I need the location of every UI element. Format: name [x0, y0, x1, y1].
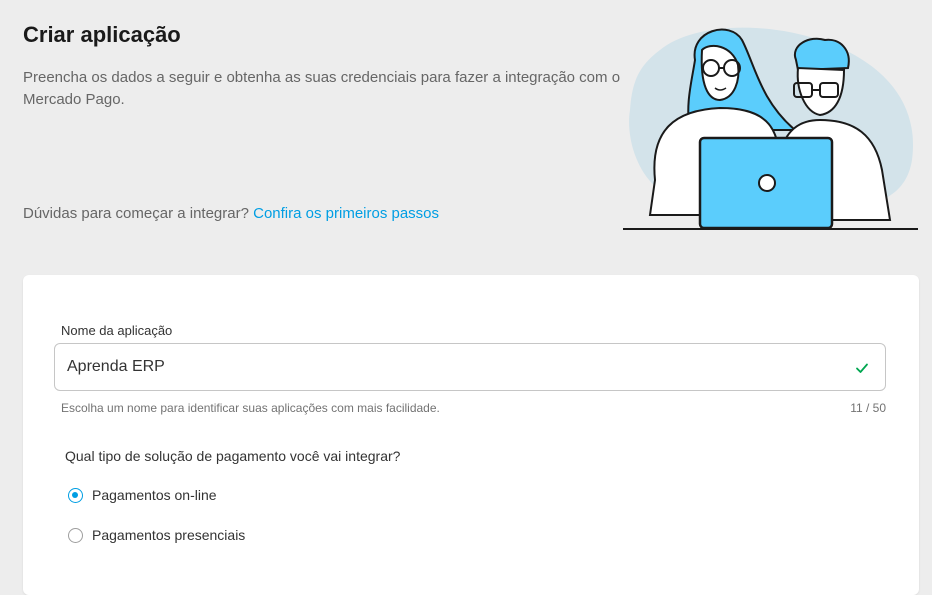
- radio-button[interactable]: [68, 527, 83, 543]
- radio-label: Pagamentos on-line: [92, 487, 217, 503]
- payment-type-question: Qual tipo de solução de pagamento você v…: [65, 448, 401, 464]
- check-icon: [856, 363, 868, 373]
- app-name-input[interactable]: [67, 358, 827, 376]
- radio-button-selected[interactable]: [68, 487, 83, 503]
- app-name-char-counter: 11 / 50: [850, 401, 886, 415]
- radio-label: Pagamentos presenciais: [92, 527, 246, 543]
- app-name-helper-text: Escolha um nome para identificar suas ap…: [61, 401, 440, 415]
- create-app-form-card: Nome da aplicação Escolha um nome para i…: [23, 275, 919, 595]
- help-text: Dúvidas para começar a integrar?: [23, 205, 249, 222]
- radio-in-person-payments[interactable]: Pagamentos presenciais: [68, 527, 245, 543]
- app-name-label: Nome da aplicação: [61, 323, 173, 338]
- first-steps-link[interactable]: Confira os primeiros passos: [253, 205, 439, 222]
- page-description: Preencha os dados a seguir e obtenha as …: [23, 69, 621, 108]
- help-line: Dúvidas para começar a integrar? Confira…: [23, 205, 439, 222]
- page-title: Criar aplicação: [23, 22, 181, 47]
- radio-online-payments[interactable]: Pagamentos on-line: [68, 487, 217, 503]
- illustration-developers: [623, 27, 918, 230]
- app-name-field[interactable]: [54, 343, 886, 391]
